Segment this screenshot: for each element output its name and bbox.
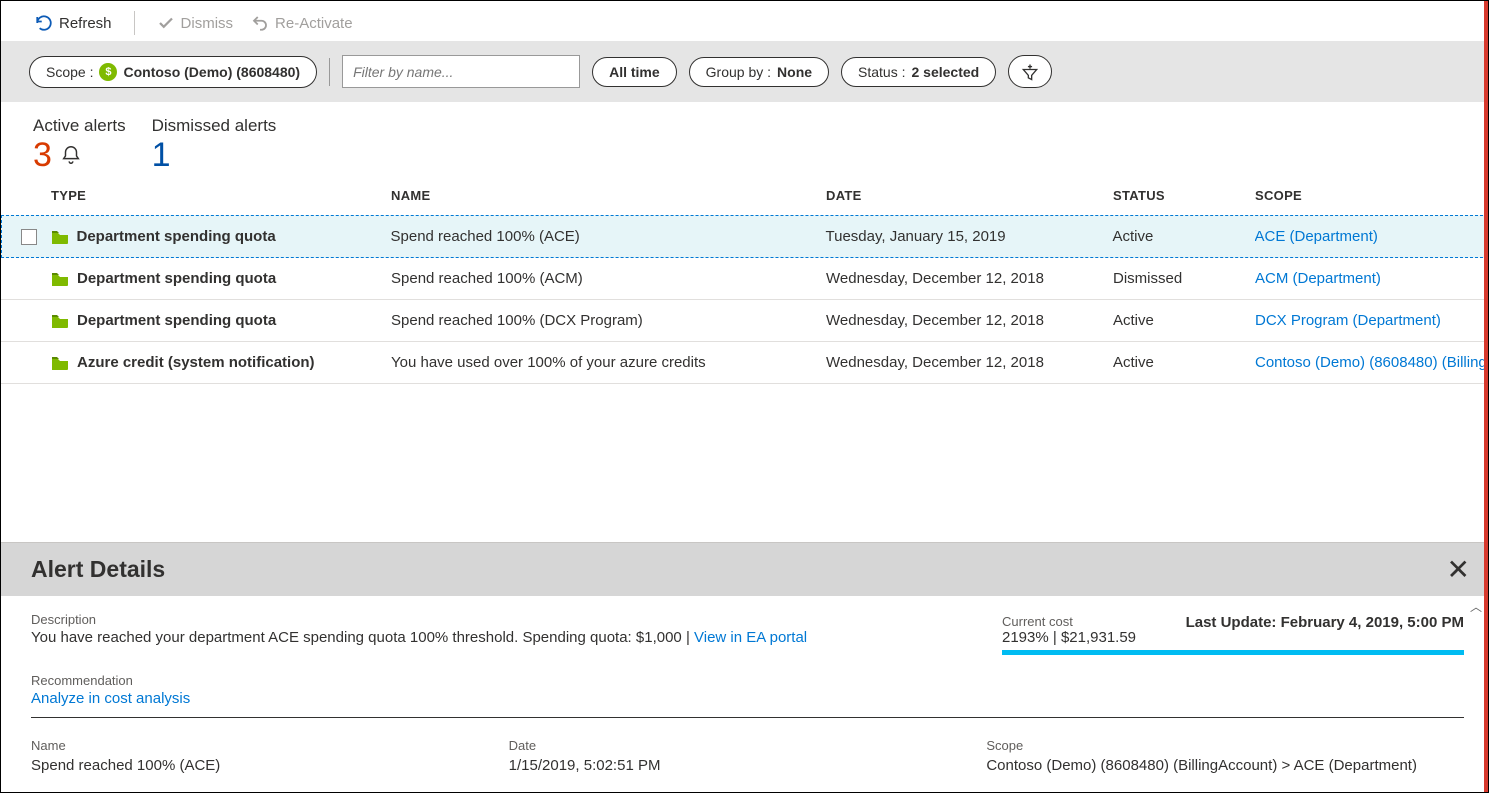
current-cost-value: 2193% | $21,931.59 — [1002, 629, 1136, 646]
active-alerts-label: Active alerts — [33, 116, 126, 136]
current-cost-label: Current cost — [1002, 614, 1136, 629]
row-date: Tuesday, January 15, 2019 — [826, 228, 1113, 245]
recommendation-label: Recommendation — [31, 673, 1464, 688]
row-type: Azure credit (system notification) — [77, 354, 315, 371]
row-type: Department spending quota — [77, 270, 276, 287]
add-filter-button[interactable] — [1008, 55, 1052, 88]
alert-type-icon — [51, 314, 69, 328]
groupby-filter[interactable]: Group by : None — [689, 57, 829, 87]
undo-icon — [251, 14, 269, 32]
row-status: Active — [1113, 354, 1255, 371]
active-alerts-summary: Active alerts 3 — [33, 116, 126, 172]
row-checkbox[interactable] — [21, 229, 37, 245]
last-update-text: Last Update: February 4, 2019, 5:00 PM — [1186, 614, 1464, 631]
alert-type-icon — [51, 272, 69, 286]
row-name: Spend reached 100% (ACM) — [391, 270, 826, 287]
dismiss-button[interactable]: Dismiss — [157, 14, 234, 32]
row-date: Wednesday, December 12, 2018 — [826, 270, 1113, 287]
row-type: Department spending quota — [77, 228, 276, 245]
cost-progress-bar — [1002, 650, 1464, 655]
description-separator: | — [686, 629, 694, 646]
name-filter-input[interactable] — [342, 55, 580, 88]
scope-badge-icon: $ — [99, 63, 117, 81]
status-prefix: Status : — [858, 64, 905, 80]
row-type: Department spending quota — [77, 312, 276, 329]
detail-name-value: Spend reached 100% (ACE) — [31, 757, 509, 774]
dismiss-label: Dismiss — [181, 15, 234, 32]
checkmark-icon — [157, 14, 175, 32]
scope-value: Contoso (Demo) (8608480) — [123, 64, 300, 80]
toolbar-separator — [134, 11, 135, 35]
col-type[interactable]: TYPE — [51, 188, 391, 203]
filter-separator — [329, 58, 330, 86]
row-date: Wednesday, December 12, 2018 — [826, 312, 1113, 329]
filter-bar: Scope : $ Contoso (Demo) (8608480) All t… — [1, 41, 1488, 102]
col-date[interactable]: DATE — [826, 188, 1113, 203]
close-icon: ✕ — [1447, 554, 1470, 585]
command-toolbar: Refresh Dismiss Re-Activate — [1, 1, 1488, 41]
scroll-up-affordance[interactable]: ︿ — [1470, 598, 1482, 615]
details-title: Alert Details — [31, 556, 165, 583]
row-scope-link[interactable]: ACE (Department) — [1255, 228, 1488, 245]
status-filter[interactable]: Status : 2 selected — [841, 57, 996, 87]
table-header: TYPE NAME DATE STATUS SCOPE — [1, 176, 1488, 215]
status-value: 2 selected — [912, 64, 980, 80]
alerts-table: TYPE NAME DATE STATUS SCOPE Department s… — [1, 176, 1488, 542]
row-status: Active — [1113, 228, 1255, 245]
table-row[interactable]: Department spending quota Spend reached … — [1, 258, 1488, 300]
details-divider — [31, 717, 1464, 718]
groupby-prefix: Group by : — [706, 64, 771, 80]
time-value: All time — [609, 64, 660, 80]
table-row[interactable]: Department spending quota Spend reached … — [1, 215, 1488, 258]
detail-scope-label: Scope — [986, 738, 1464, 753]
detail-scope-value: Contoso (Demo) (8608480) (BillingAccount… — [986, 757, 1464, 774]
alert-summary: Active alerts 3 Dismissed alerts 1 — [1, 102, 1488, 176]
dismissed-alerts-count: 1 — [152, 138, 171, 172]
details-header: Alert Details ✕ — [1, 543, 1488, 596]
detail-date-value: 1/15/2019, 5:02:51 PM — [509, 757, 987, 774]
description-label: Description — [31, 612, 1002, 627]
close-details-button[interactable]: ✕ — [1447, 553, 1474, 586]
row-status: Dismissed — [1113, 270, 1255, 287]
detail-date-label: Date — [509, 738, 987, 753]
refresh-label: Refresh — [59, 15, 112, 32]
row-name: Spend reached 100% (ACE) — [391, 228, 826, 245]
col-status[interactable]: STATUS — [1113, 188, 1255, 203]
col-name[interactable]: NAME — [391, 188, 826, 203]
scope-selector[interactable]: Scope : $ Contoso (Demo) (8608480) — [29, 56, 317, 88]
row-status: Active — [1113, 312, 1255, 329]
bell-icon — [60, 143, 82, 167]
col-scope[interactable]: SCOPE — [1255, 188, 1488, 203]
groupby-value: None — [777, 64, 812, 80]
detail-name-label: Name — [31, 738, 509, 753]
row-scope-link[interactable]: DCX Program (Department) — [1255, 312, 1488, 329]
row-scope-link[interactable]: ACM (Department) — [1255, 270, 1488, 287]
alert-details-panel: Alert Details ✕ ︿ Description You have r… — [1, 542, 1488, 792]
chevron-up-icon: ︿ — [1470, 600, 1482, 614]
view-ea-portal-link[interactable]: View in EA portal — [694, 629, 807, 646]
filter-funnel-icon — [1020, 62, 1040, 82]
alert-type-icon — [51, 356, 69, 370]
scope-prefix: Scope : — [46, 64, 93, 80]
time-filter[interactable]: All time — [592, 57, 677, 87]
row-scope-link[interactable]: Contoso (Demo) (8608480) (Billing accoun… — [1255, 354, 1488, 371]
refresh-icon — [35, 14, 53, 32]
row-name: You have used over 100% of your azure cr… — [391, 354, 826, 371]
dismissed-alerts-summary: Dismissed alerts 1 — [152, 116, 277, 172]
row-date: Wednesday, December 12, 2018 — [826, 354, 1113, 371]
row-name: Spend reached 100% (DCX Program) — [391, 312, 826, 329]
reactivate-button[interactable]: Re-Activate — [251, 14, 353, 32]
refresh-button[interactable]: Refresh — [35, 14, 112, 32]
alert-type-icon — [51, 230, 69, 244]
table-row[interactable]: Department spending quota Spend reached … — [1, 300, 1488, 342]
dismissed-alerts-label: Dismissed alerts — [152, 116, 277, 136]
description-text: You have reached your department ACE spe… — [31, 629, 682, 646]
active-alerts-count: 3 — [33, 138, 52, 172]
reactivate-label: Re-Activate — [275, 15, 353, 32]
analyze-cost-link[interactable]: Analyze in cost analysis — [31, 690, 190, 707]
table-row[interactable]: Azure credit (system notification) You h… — [1, 342, 1488, 384]
